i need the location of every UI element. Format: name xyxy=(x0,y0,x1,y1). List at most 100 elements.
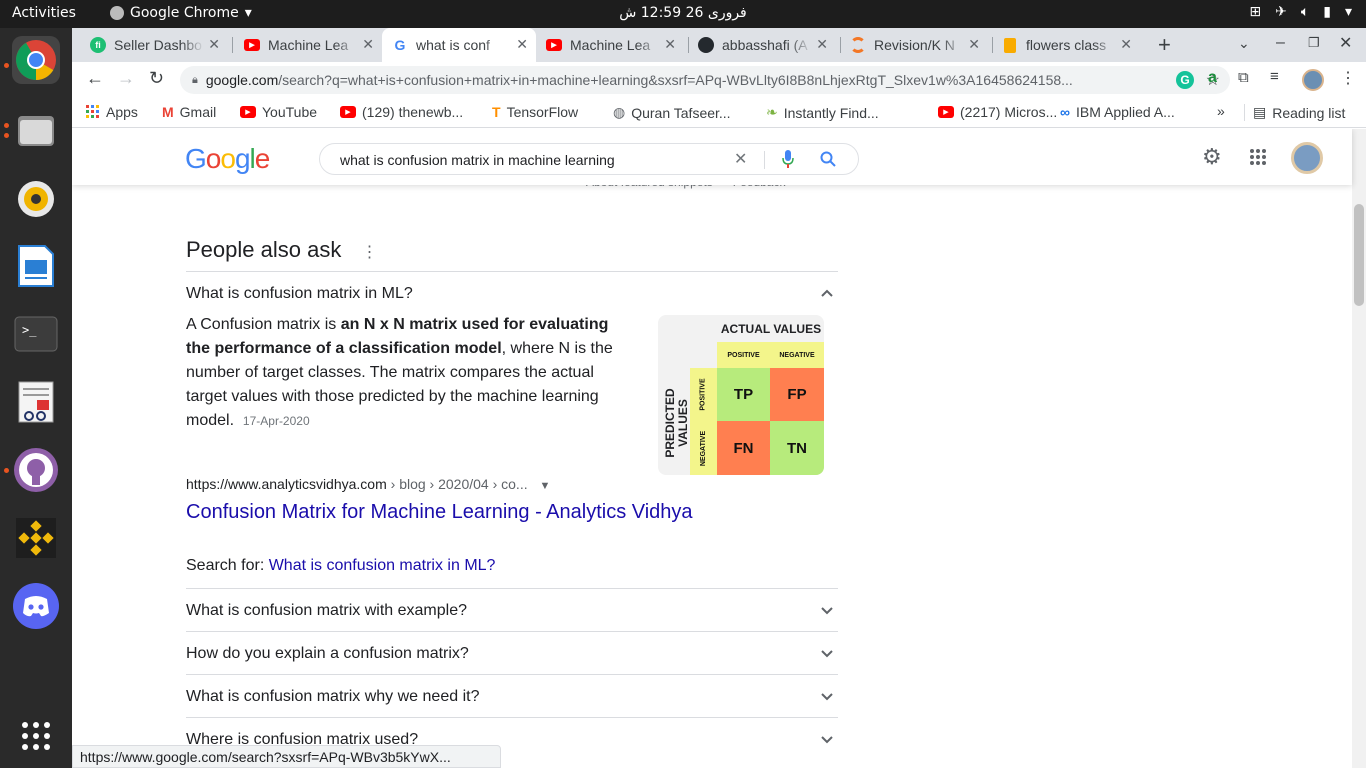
bookmark-3[interactable]: ▶ YouTube xyxy=(240,104,317,120)
actual-negative-header: NEGATIVE xyxy=(770,342,824,368)
confusion-matrix-image[interactable]: ACTUAL VALUES POSITIVE NEGATIVE PREDICTE… xyxy=(658,315,824,475)
account-avatar[interactable] xyxy=(1291,142,1323,174)
bookmark-label: TensorFlow xyxy=(506,104,579,120)
reload-button[interactable]: ↻ xyxy=(149,68,164,89)
tab-6[interactable]: Revision/K N ✕ xyxy=(840,28,988,62)
document-viewer-icon[interactable] xyxy=(12,378,60,426)
extension-icon[interactable]: a xyxy=(1208,69,1217,87)
tab-1[interactable]: fi Seller Dashbo ✕ xyxy=(80,28,228,62)
show-apps-icon[interactable] xyxy=(12,712,60,760)
caret-down-icon[interactable]: ▼ xyxy=(540,480,551,492)
profile-avatar[interactable] xyxy=(1302,69,1324,91)
paa-title: People also ask xyxy=(186,237,342,262)
toolbar: ← → ↻ 🔒︎ google.com/search?q=what+is+con… xyxy=(72,62,1366,98)
github-desktop-icon[interactable] xyxy=(12,446,60,494)
forward-button[interactable]: → xyxy=(117,68,135,89)
bookmark-1[interactable]: Apps xyxy=(86,104,138,120)
search-box[interactable]: what is confusion matrix in machine lear… xyxy=(319,143,859,175)
settings-gear-icon[interactable]: ⚙ xyxy=(1202,144,1222,170)
reading-list-button[interactable]: ▤ Reading list xyxy=(1244,104,1345,121)
bookmark-8[interactable]: ▶ (2217) Micros... xyxy=(938,104,1057,120)
chrome-menu-icon[interactable]: ⋮ xyxy=(1340,68,1356,88)
files-icon[interactable] xyxy=(12,106,60,154)
address-bar[interactable]: 🔒︎ google.com/search?q=what+is+confusion… xyxy=(180,66,1230,94)
tab-3[interactable]: Gwhat is conf ✕ xyxy=(382,28,536,62)
result-source[interactable]: https://www.analyticsvidhya.com › blog ›… xyxy=(186,476,550,492)
tab-strip: fi Seller Dashbo ✕ ▶ Machine Lea ✕ Gwhat is co… xyxy=(72,28,1366,62)
tab-title: Machine Lea xyxy=(268,37,349,53)
tab-5[interactable]: abbasshafi (A ✕ xyxy=(688,28,836,62)
microphone-icon[interactable] xyxy=(782,150,794,171)
activities-button[interactable]: Activities xyxy=(12,5,76,21)
power-menu-icon: ▾ xyxy=(1344,4,1352,20)
maximize-button[interactable]: ❐ xyxy=(1308,35,1320,51)
app-menu-label: Google Chrome xyxy=(130,5,239,21)
jupyter-icon xyxy=(850,37,866,53)
paa-question-expanded[interactable]: What is confusion matrix in ML? xyxy=(186,271,838,314)
new-tab-button[interactable]: + xyxy=(1158,32,1171,58)
clear-icon[interactable]: ✕ xyxy=(734,149,747,169)
extensions-puzzle-icon[interactable]: ⧉ xyxy=(1238,69,1249,86)
clock[interactable]: فروری 26 12:59 ش xyxy=(619,5,747,21)
bookmarks-overflow[interactable]: » xyxy=(1217,103,1225,119)
writer-icon[interactable] xyxy=(12,242,60,290)
bookmark-4[interactable]: ▶ (129) thenewb... xyxy=(340,104,463,120)
scrollbar-thumb[interactable] xyxy=(1354,204,1364,306)
tab-4[interactable]: ▶ Machine Lea ✕ xyxy=(536,28,684,62)
search-for-link[interactable]: What is confusion matrix in ML? xyxy=(269,557,496,574)
paa-question-1[interactable]: What is confusion matrix with example? xyxy=(186,588,838,631)
paa-question-3[interactable]: What is confusion matrix why we need it? xyxy=(186,674,838,717)
lock-icon: 🔒︎ xyxy=(192,73,198,86)
status-bar-url: https://www.google.com/search?sxsrf=APq-… xyxy=(72,745,501,768)
url-host: google.com xyxy=(205,72,279,88)
youtube-icon: ▶ xyxy=(938,106,954,118)
system-tray[interactable]: ⊞ ✈ 🔈︎ ▮ ▾ xyxy=(1249,4,1352,20)
tab-2[interactable]: ▶ Machine Lea ✕ xyxy=(234,28,382,62)
grammarly-icon[interactable]: G xyxy=(1176,71,1194,89)
app-menu[interactable]: Google Chrome ▾ xyxy=(110,5,252,21)
close-tab-icon[interactable]: ✕ xyxy=(362,36,374,53)
search-input[interactable]: what is confusion matrix in machine lear… xyxy=(340,152,615,168)
search-icon[interactable] xyxy=(820,151,836,170)
tab-separator xyxy=(232,37,233,53)
close-tab-icon[interactable]: ✕ xyxy=(664,36,676,53)
gnome-top-bar: Activities Google Chrome ▾ فروری 26 12:5… xyxy=(0,0,1366,28)
bookmark-5[interactable]: T TensorFlow xyxy=(492,104,578,120)
bookmark-6[interactable]: ◍ Quran Tafseer... xyxy=(613,104,731,121)
tab-search-icon[interactable]: ⌄ xyxy=(1238,35,1250,52)
more-options-icon[interactable]: ⋮ xyxy=(361,244,377,261)
media-control-icon[interactable]: ≡ xyxy=(1270,68,1279,85)
close-tab-icon[interactable]: ✕ xyxy=(208,36,220,53)
close-tab-icon[interactable]: ✕ xyxy=(516,36,528,53)
binance-icon[interactable] xyxy=(12,514,60,562)
apps-grid-icon xyxy=(86,105,100,119)
minimize-button[interactable]: – xyxy=(1276,34,1285,52)
paa-question-2[interactable]: How do you explain a confusion matrix? xyxy=(186,631,838,674)
cell-true-positive: TP xyxy=(717,368,770,421)
leaf-icon: ❧ xyxy=(766,104,778,120)
bookmark-label: IBM Applied A... xyxy=(1075,104,1175,120)
rhythmbox-icon[interactable] xyxy=(12,175,60,223)
page-scrollbar[interactable] xyxy=(1352,129,1366,768)
globe-icon: ◍ xyxy=(613,104,626,120)
tab-7[interactable]: flowers class ✕ xyxy=(992,28,1140,62)
reading-list-icon: ▤ xyxy=(1253,104,1267,120)
close-tab-icon[interactable]: ✕ xyxy=(1120,36,1132,53)
bookmark-9[interactable]: ∞ IBM Applied A... xyxy=(1060,104,1175,120)
close-tab-icon[interactable]: ✕ xyxy=(816,36,828,53)
google-apps-icon[interactable] xyxy=(1249,148,1267,171)
predicted-values-label: PREDICTED VALUES xyxy=(663,388,690,458)
tab-title: abbasshafi (A xyxy=(722,37,808,53)
discord-icon[interactable] xyxy=(12,582,60,630)
bookmark-7[interactable]: ❧ Instantly Find... xyxy=(766,104,879,121)
back-button[interactable]: ← xyxy=(86,68,104,89)
chrome-icon[interactable] xyxy=(12,36,60,84)
tab-title: what is conf xyxy=(416,37,490,53)
google-logo[interactable]: Google xyxy=(185,143,270,175)
terminal-icon[interactable]: >_ xyxy=(12,310,60,358)
close-tab-icon[interactable]: ✕ xyxy=(968,36,980,53)
result-title-link[interactable]: Confusion Matrix for Machine Learning - … xyxy=(186,501,693,524)
bookmark-2[interactable]: M Gmail xyxy=(162,104,216,120)
close-window-button[interactable]: ✕ xyxy=(1339,33,1352,53)
chevron-down-icon xyxy=(821,693,833,701)
